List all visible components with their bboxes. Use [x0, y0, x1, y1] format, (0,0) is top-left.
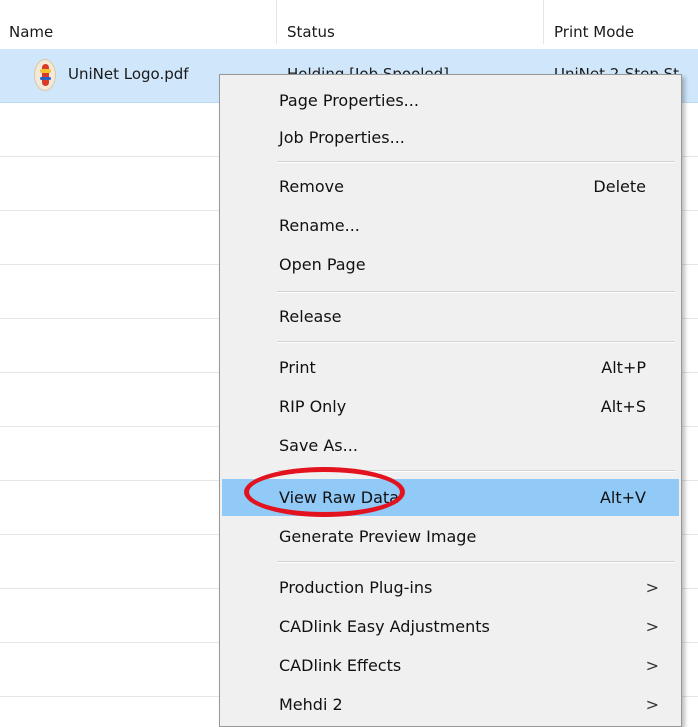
menu-item-shortcut: Alt+V [599, 488, 646, 507]
chevron-right-icon: > [645, 656, 659, 675]
menu-item-mehdi-2[interactable]: Mehdi 2 > [222, 688, 679, 722]
menu-separator [277, 291, 675, 293]
menu-item-production-plug-ins[interactable]: Production Plug-ins > [222, 571, 679, 605]
chevron-right-icon: > [645, 578, 659, 597]
menu-item-label: Open Page [279, 255, 366, 274]
menu-separator [277, 161, 675, 163]
context-menu: Page Properties... Job Properties... Rem… [219, 74, 682, 727]
column-divider[interactable] [543, 0, 544, 44]
menu-item-shortcut: Delete [593, 177, 646, 196]
menu-item-open-page[interactable]: Open Page [222, 248, 679, 282]
column-header-bar: Name Status Print Mode [0, 0, 698, 44]
menu-item-label: Print [279, 358, 316, 377]
menu-item-job-properties[interactable]: Job Properties... [222, 121, 679, 155]
menu-item-label: Page Properties... [279, 91, 419, 110]
menu-item-rename[interactable]: Rename... [222, 209, 679, 243]
menu-item-label: Release [279, 307, 342, 326]
menu-item-label: RIP Only [279, 397, 347, 416]
menu-item-label: Rename... [279, 216, 360, 235]
menu-item-generate-preview-image[interactable]: Generate Preview Image [222, 520, 679, 554]
menu-item-shortcut: Alt+P [601, 358, 646, 377]
menu-item-cadlink-effects[interactable]: CADlink Effects > [222, 649, 679, 683]
menu-separator [277, 561, 675, 563]
menu-item-label: Production Plug-ins [279, 578, 433, 597]
menu-item-cadlink-easy-adjustments[interactable]: CADlink Easy Adjustments > [222, 610, 679, 644]
menu-item-label: CADlink Effects [279, 656, 402, 675]
highlight-circle-annotation [244, 467, 405, 517]
column-header-name[interactable]: Name [0, 0, 276, 44]
chevron-right-icon: > [645, 695, 659, 714]
menu-item-label: Remove [279, 177, 344, 196]
menu-item-remove[interactable]: Remove Delete [222, 170, 679, 204]
menu-item-label: CADlink Easy Adjustments [279, 617, 490, 636]
pdf-file-icon [34, 59, 56, 91]
column-header-print-mode[interactable]: Print Mode [545, 0, 698, 44]
column-divider[interactable] [276, 0, 277, 44]
menu-item-save-as[interactable]: Save As... [222, 429, 679, 463]
menu-item-label: Job Properties... [279, 128, 405, 147]
menu-item-rip-only[interactable]: RIP Only Alt+S [222, 390, 679, 424]
menu-item-page-properties[interactable]: Page Properties... [222, 84, 679, 118]
menu-item-label: Mehdi 2 [279, 695, 343, 714]
menu-item-release[interactable]: Release [222, 300, 679, 334]
menu-item-label: Save As... [279, 436, 358, 455]
menu-separator [277, 341, 675, 343]
menu-item-print[interactable]: Print Alt+P [222, 351, 679, 385]
menu-item-shortcut: Alt+S [600, 397, 646, 416]
chevron-right-icon: > [645, 617, 659, 636]
menu-item-label: Generate Preview Image [279, 527, 477, 546]
column-header-status[interactable]: Status [278, 0, 543, 44]
